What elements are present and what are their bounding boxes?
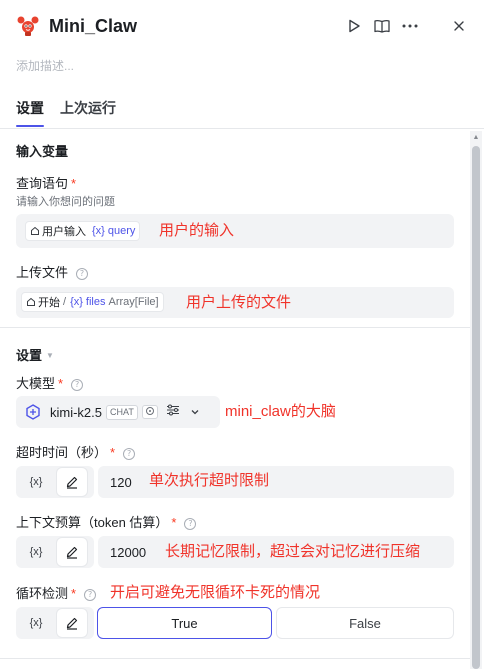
files-label: 上传文件? bbox=[16, 265, 89, 281]
tabs-divider bbox=[0, 128, 484, 129]
loop-detect-label: 循环检测 *? bbox=[16, 586, 97, 602]
files-variable-type: Array[File] bbox=[108, 296, 159, 308]
timeout-value: 120 bbox=[110, 475, 132, 490]
kimi-model-icon bbox=[26, 404, 40, 420]
pencil-icon bbox=[66, 476, 78, 489]
query-label: 查询语句 * bbox=[16, 176, 77, 191]
required-mark: * bbox=[58, 376, 64, 391]
query-variable-tag[interactable]: 用户输入 {x} query bbox=[25, 221, 141, 241]
panel-header: Mini_Claw bbox=[0, 0, 484, 52]
loop-detect-annotation: 开启可避免无限循环卡死的情况 bbox=[110, 584, 321, 601]
help-icon: ? bbox=[71, 379, 84, 391]
files-variable-tag[interactable]: 开始 / {x} files Array[File] bbox=[21, 292, 164, 312]
timeout-annotation: 单次执行超时限制 bbox=[149, 472, 270, 489]
model-selector[interactable]: kimi-k2.5 CHAT bbox=[16, 396, 220, 428]
scrollbar-thumb[interactable] bbox=[472, 146, 480, 669]
vision-icon bbox=[141, 405, 158, 419]
page-title: Mini_Claw bbox=[49, 16, 138, 36]
model-settings-icon[interactable] bbox=[166, 403, 180, 421]
help-icon: ? bbox=[84, 589, 97, 601]
context-budget-value: 12000 bbox=[110, 545, 147, 560]
required-mark: * bbox=[110, 445, 116, 460]
active-tab-indicator bbox=[16, 125, 44, 127]
required-mark: * bbox=[71, 586, 77, 601]
loop-detect-false-option[interactable]: False bbox=[276, 607, 454, 639]
query-annotation: 用户的输入 bbox=[159, 222, 235, 239]
close-button[interactable] bbox=[449, 16, 469, 36]
timeout-variable-mode-button[interactable]: {x} bbox=[20, 467, 52, 497]
required-mark: * bbox=[171, 515, 177, 530]
docs-button[interactable] bbox=[372, 16, 392, 36]
app-logo-icon bbox=[16, 14, 40, 38]
model-annotation: mini_claw的大脑 bbox=[225, 403, 336, 420]
section-divider bbox=[0, 327, 470, 328]
files-annotation: 用户上传的文件 bbox=[186, 294, 292, 311]
model-label: 大模型 *? bbox=[16, 376, 84, 392]
pencil-icon bbox=[66, 617, 78, 630]
more-icon bbox=[402, 24, 418, 28]
model-name: kimi-k2.5 bbox=[50, 404, 103, 420]
context-budget-edit-mode-button[interactable] bbox=[56, 537, 88, 567]
input-section-title: 输入变量 bbox=[16, 144, 69, 159]
play-icon bbox=[349, 19, 360, 33]
chevron-down-icon bbox=[190, 403, 200, 421]
caret-down-icon: ▼ bbox=[46, 351, 54, 360]
help-icon: ? bbox=[184, 518, 197, 530]
loop-detect-edit-mode-button[interactable] bbox=[56, 608, 88, 638]
home-icon bbox=[31, 226, 39, 235]
description-input[interactable]: 添加描述... bbox=[16, 58, 74, 74]
close-icon bbox=[454, 21, 464, 31]
query-hint: 请输入你想问的问题 bbox=[16, 196, 115, 208]
timeout-edit-mode-button[interactable] bbox=[56, 467, 88, 497]
query-source-node: 用户输入 bbox=[42, 226, 86, 238]
settings-section-title[interactable]: 设置 ▼ bbox=[16, 348, 54, 364]
section-divider bbox=[0, 658, 470, 659]
context-budget-annotation: 长期记忆限制，超过会对记忆进行压缩 bbox=[165, 543, 421, 560]
scroll-up-arrow-icon[interactable]: ▲ bbox=[472, 134, 480, 142]
home-icon bbox=[27, 297, 35, 306]
loop-detect-true-option[interactable]: True bbox=[97, 607, 272, 639]
context-budget-label: 上下文预算（token 估算） *? bbox=[16, 515, 197, 531]
help-icon: ? bbox=[123, 448, 136, 460]
run-button[interactable] bbox=[344, 16, 364, 36]
loop-detect-variable-mode-button[interactable]: {x} bbox=[20, 608, 52, 638]
more-button[interactable] bbox=[400, 16, 420, 36]
files-variable-name: files bbox=[85, 296, 106, 308]
book-icon bbox=[374, 19, 390, 33]
timeout-label: 超时时间（秒） *? bbox=[16, 445, 136, 461]
variable-icon: {x} bbox=[70, 296, 83, 308]
help-icon: ? bbox=[76, 268, 89, 280]
tab-last-run[interactable]: 上次运行 bbox=[60, 99, 116, 117]
query-variable-name: query bbox=[107, 225, 136, 237]
variable-icon: {x} bbox=[92, 225, 105, 237]
model-type-chip: CHAT bbox=[106, 404, 138, 420]
tab-settings[interactable]: 设置 bbox=[16, 99, 44, 117]
required-mark: * bbox=[71, 176, 77, 191]
path-separator: / bbox=[63, 296, 67, 308]
pencil-icon bbox=[66, 546, 78, 559]
files-source-node: 开始 bbox=[38, 297, 60, 309]
context-budget-variable-mode-button[interactable]: {x} bbox=[20, 537, 52, 567]
